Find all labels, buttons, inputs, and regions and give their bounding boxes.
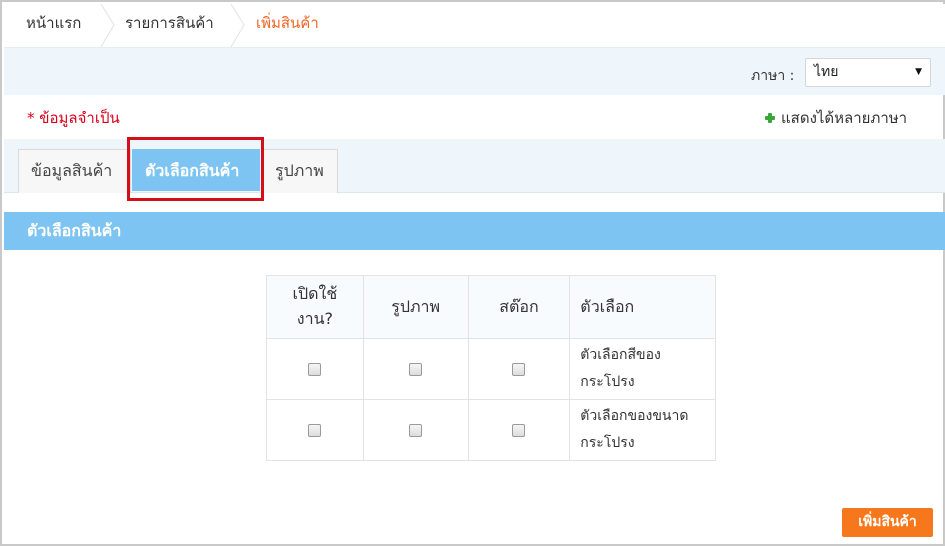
options-table: เปิดใช้งาน? รูปภาพ สต๊อก ตัวเลือก ตัวเลื… [266, 275, 716, 461]
option-label-line1: ตัวเลือกของขนาด [580, 408, 689, 424]
table-row: ตัวเลือกสีของกระโปรง [266, 338, 716, 400]
header-enabled-line1: เปิดใช้ [292, 284, 338, 303]
page-frame: หน้าแรก รายการสินค้า เพิ่มสินค้า ภาษา : … [0, 0, 945, 546]
plus-icon [765, 113, 775, 123]
cell-enabled [266, 399, 364, 461]
language-select[interactable]: ไทย ▼ [805, 58, 931, 87]
cell-enabled [266, 338, 364, 400]
tab-product-info[interactable]: ข้อมูลสินค้า [18, 149, 131, 193]
tab-images[interactable]: รูปภาพ [262, 149, 338, 193]
cell-image [362, 399, 469, 461]
cell-option-label: ตัวเลือกของขนาดกระโปรง [569, 399, 716, 461]
breadcrumb: หน้าแรก รายการสินค้า เพิ่มสินค้า [4, 4, 945, 47]
breadcrumb-separator-icon [230, 4, 245, 47]
option-label-line2: กระโปรง [580, 374, 635, 390]
language-selected-value: ไทย [814, 64, 839, 80]
header-image: รูปภาพ [362, 275, 469, 339]
cell-stock [467, 399, 571, 461]
header-stock: สต๊อก [467, 275, 571, 339]
chevron-down-icon: ▼ [915, 67, 922, 77]
stock-checkbox[interactable] [512, 363, 526, 376]
breadcrumb-current: เพิ่มสินค้า [256, 14, 319, 32]
stock-checkbox[interactable] [512, 424, 526, 437]
header-enabled: เปิดใช้งาน? [266, 275, 364, 339]
cell-image [362, 338, 469, 400]
breadcrumb-home-link[interactable]: หน้าแรก [26, 4, 81, 47]
multi-language-label: แสดงได้หลายภาษา [781, 109, 908, 127]
header-option: ตัวเลือก [569, 275, 716, 339]
active-tab-highlight-box [127, 137, 264, 201]
breadcrumb-separator-icon [100, 4, 115, 47]
table-header-row: เปิดใช้งาน? รูปภาพ สต๊อก ตัวเลือก [266, 275, 716, 339]
enabled-checkbox[interactable] [308, 363, 322, 376]
breadcrumb-product-list-link[interactable]: รายการสินค้า [125, 4, 214, 47]
option-label-line2: กระโปรง [580, 435, 635, 451]
multi-language-note: แสดงได้หลายภาษา [765, 106, 907, 130]
image-checkbox[interactable] [409, 424, 423, 437]
image-checkbox[interactable] [409, 363, 423, 376]
cell-option-label: ตัวเลือกสีของกระโปรง [569, 338, 716, 400]
cell-stock [467, 338, 571, 400]
section-title: ตัวเลือกสินค้า [4, 212, 945, 250]
add-product-button[interactable]: เพิ่มสินค้า [842, 508, 933, 537]
language-bar: ภาษา : ไทย ▼ [4, 47, 945, 95]
header-enabled-line2: งาน? [296, 309, 333, 328]
language-label: ภาษา : [751, 68, 795, 84]
enabled-checkbox[interactable] [308, 424, 322, 437]
option-label-line1: ตัวเลือกสีของ [580, 347, 661, 363]
table-row: ตัวเลือกของขนาดกระโปรง [266, 399, 716, 461]
required-note: * ข้อมูลจำเป็น [27, 109, 120, 127]
